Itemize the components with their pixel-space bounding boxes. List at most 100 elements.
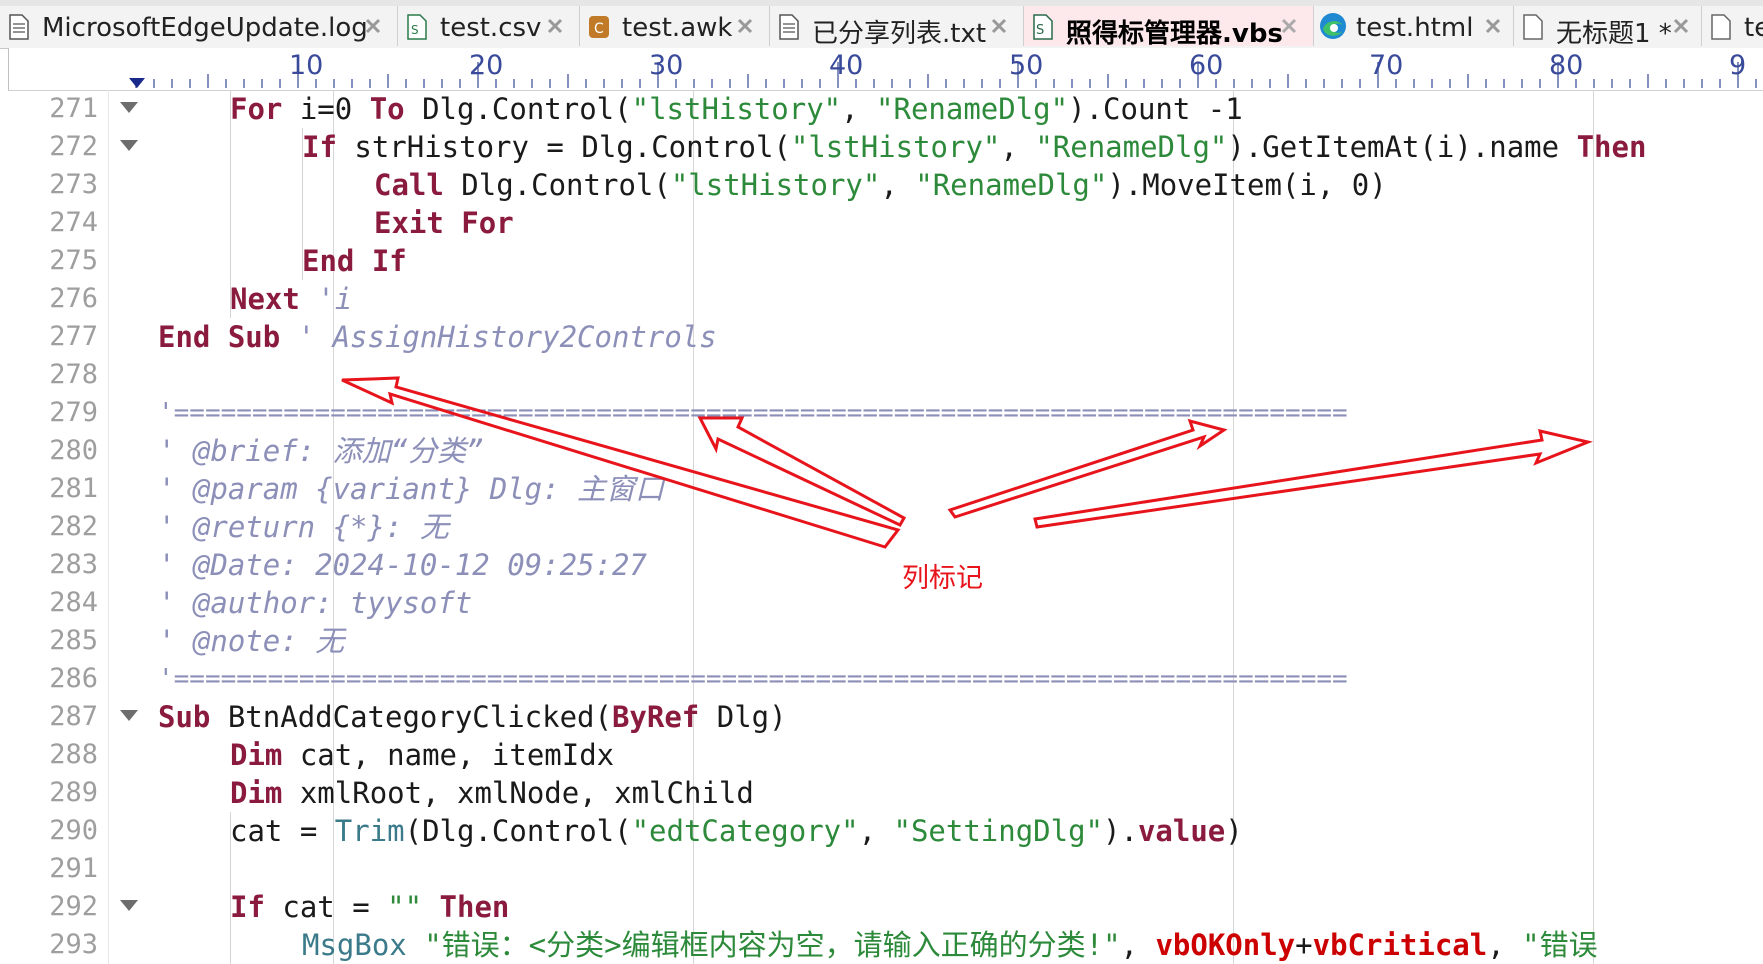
svg-text:S: S: [1036, 23, 1044, 38]
tab-test-html[interactable]: test.html: [1314, 6, 1514, 46]
line-number: 292: [49, 891, 98, 922]
ruler-label: 50: [1009, 50, 1043, 81]
close-icon[interactable]: [1278, 15, 1300, 37]
line-number: 272: [49, 131, 98, 162]
blank-file-icon: [1523, 14, 1543, 40]
code-line-284: 284 ' @author: tyysoft: [8, 584, 1763, 622]
code-text: End If: [302, 244, 407, 278]
tab-bar: MicrosoftEdgeUpdate.log S test.csv C tes…: [0, 0, 1763, 49]
line-number: 284: [49, 587, 98, 618]
code-line-290: 290 cat = Trim(Dlg.Control("edtCategory"…: [8, 812, 1763, 850]
ruler-label: 40: [829, 50, 863, 81]
tab-shared-list-txt[interactable]: 已分享列表.txt: [770, 6, 1024, 49]
code-line-288: 288 Dim cat, name, itemIdx: [8, 736, 1763, 774]
ruler-label: 60: [1189, 50, 1223, 81]
code-text: ' @Date: 2024-10-12 09:25:27: [158, 548, 647, 582]
code-line-280: 280 ' @brief: 添加“分类”: [8, 432, 1763, 470]
line-number: 293: [49, 929, 98, 960]
close-icon[interactable]: [1482, 15, 1504, 37]
code-line-287: 287 Sub BtnAddCategoryClicked(ByRef Dlg): [8, 698, 1763, 736]
code-line-286: 286 '===================================…: [8, 660, 1763, 698]
ruler-label: 30: [649, 50, 683, 81]
svg-text:C: C: [594, 21, 604, 37]
code-line-272: 272 If strHistory = Dlg.Control("lstHist…: [8, 128, 1763, 166]
tab-te[interactable]: te: [1702, 6, 1763, 46]
line-number: 273: [49, 169, 98, 200]
code-line-285: 285 ' @note: 无: [8, 622, 1763, 660]
tab-label: 已分享列表.txt: [812, 19, 987, 49]
code-text: ' @brief: 添加“分类”: [158, 434, 484, 468]
tab-untitled-1[interactable]: 无标题1 *: [1514, 6, 1702, 49]
tab-label: MicrosoftEdgeUpdate.log: [42, 13, 368, 43]
code-line-292: 292 If cat = "" Then: [8, 888, 1763, 926]
line-number: 275: [49, 245, 98, 276]
tab-microsoftedgeupdate-log[interactable]: MicrosoftEdgeUpdate.log: [0, 6, 398, 46]
close-icon[interactable]: [1670, 15, 1692, 37]
code-line-289: 289 Dim xmlRoot, xmlNode, xmlChild: [8, 774, 1763, 812]
fold-toggle-icon[interactable]: [120, 140, 138, 151]
code-line-282: 282 ' @return {*}: 无: [8, 508, 1763, 546]
tab-label: 无标题1 *: [1556, 19, 1672, 49]
ruler-label: 80: [1549, 50, 1583, 81]
column-ruler: 10 20 30 40 50 60 70 80 9: [8, 48, 1763, 91]
vbs-file-icon: S: [1033, 14, 1053, 40]
code-text: cat = Trim(Dlg.Control("edtCategory", "S…: [230, 814, 1243, 848]
code-line-281: 281 ' @param {variant} Dlg: 主窗口: [8, 470, 1763, 508]
line-number: 282: [49, 511, 98, 542]
code-line-279: 279 '===================================…: [8, 394, 1763, 432]
code-editor[interactable]: 271 For i=0 To Dlg.Control("lstHistory",…: [8, 90, 1763, 964]
code-line-273: 273 Call Dlg.Control("lstHistory", "Rena…: [8, 166, 1763, 204]
line-number: 274: [49, 207, 98, 238]
line-number: 289: [49, 777, 98, 808]
code-text: '=======================================…: [158, 664, 1348, 694]
fold-toggle-icon[interactable]: [120, 102, 138, 113]
line-number: 281: [49, 473, 98, 504]
code-text: Dim cat, name, itemIdx: [230, 738, 615, 772]
line-number: 277: [49, 321, 98, 352]
line-number: 285: [49, 625, 98, 656]
blank-file-icon: [1711, 14, 1731, 40]
code-text: Next 'i: [230, 282, 353, 316]
ruler-label: 70: [1369, 50, 1403, 81]
fold-toggle-icon[interactable]: [120, 710, 138, 721]
ruler-label: 20: [469, 50, 503, 81]
close-icon[interactable]: [544, 15, 566, 37]
close-icon[interactable]: [988, 15, 1010, 37]
tab-label: test.csv: [440, 13, 542, 43]
close-icon[interactable]: [362, 15, 384, 37]
code-text: Call Dlg.Control("lstHistory", "RenameDl…: [374, 168, 1387, 202]
svg-text:S: S: [411, 23, 419, 37]
code-text: End Sub ' AssignHistory2Controls: [158, 320, 717, 354]
tab-label: te: [1744, 13, 1763, 43]
line-number: 283: [49, 549, 98, 580]
code-text: ' @author: tyysoft: [158, 586, 473, 620]
tab-test-awk[interactable]: C test.awk: [580, 6, 770, 46]
tab-label: test.html: [1356, 13, 1474, 43]
line-number: 290: [49, 815, 98, 846]
edge-browser-icon: [1320, 13, 1346, 39]
tab-vbs-active[interactable]: S 照得标管理器.vbs: [1024, 6, 1314, 49]
line-number: 279: [49, 397, 98, 428]
code-line-275: 275 End If: [8, 242, 1763, 280]
text-file-icon: [779, 14, 799, 40]
annotation-label: 列标记: [902, 563, 983, 594]
code-text: If cat = "" Then: [230, 890, 510, 924]
ruler-ticks: 10 20 30 40 50 60 70 80 9: [129, 50, 1757, 88]
code-line-271: 271 For i=0 To Dlg.Control("lstHistory",…: [8, 90, 1763, 128]
code-line-276: 276 Next 'i: [8, 280, 1763, 318]
line-number: 287: [49, 701, 98, 732]
caret-column-icon: [129, 78, 145, 88]
code-line-278: 278: [8, 356, 1763, 394]
csv-file-icon: S: [407, 14, 427, 40]
line-number: 291: [49, 853, 98, 884]
tab-test-csv[interactable]: S test.csv: [398, 6, 580, 46]
code-text: Dim xmlRoot, xmlNode, xmlChild: [230, 776, 754, 810]
fold-toggle-icon[interactable]: [120, 900, 138, 911]
tab-label: 照得标管理器.vbs: [1066, 19, 1283, 49]
line-number: 278: [49, 359, 98, 390]
line-number: 286: [49, 663, 98, 694]
code-line-283: 283 ' @Date: 2024-10-12 09:25:27: [8, 546, 1763, 584]
close-icon[interactable]: [734, 15, 756, 37]
line-number: 271: [49, 93, 98, 124]
code-text: ' @note: 无: [158, 624, 345, 658]
